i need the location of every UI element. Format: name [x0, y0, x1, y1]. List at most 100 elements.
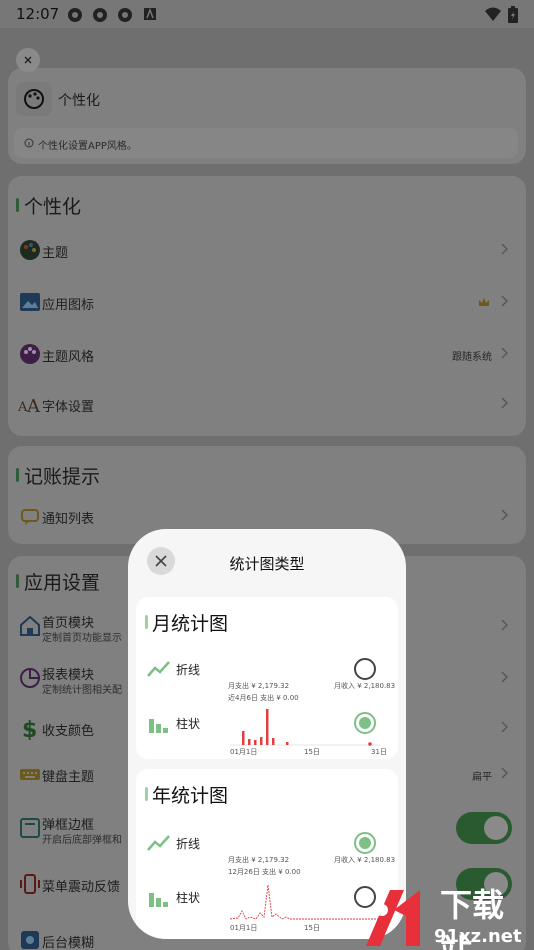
status-time: 12:07 — [16, 5, 60, 23]
chevron-right-icon — [501, 295, 508, 307]
card-marker — [145, 615, 148, 629]
option-label: 柱状 — [176, 891, 201, 905]
settings-item-label: 收支颜色 — [42, 724, 95, 739]
monthly-bar-preview — [230, 709, 380, 746]
x-tick: 15日 — [304, 924, 320, 932]
section-marker — [16, 574, 19, 588]
info-icon — [24, 138, 34, 148]
settings-item-label: 应用图标 — [42, 298, 95, 313]
chevron-right-icon — [501, 509, 508, 521]
theme-style-value: 跟随系统 — [452, 352, 492, 363]
info-box: 个性化设置APP风格。 — [14, 128, 518, 158]
home-icon — [20, 615, 40, 636]
option-label: 柱状 — [176, 717, 201, 731]
monthly-chart-card: 月统计图 折线 柱状 月支出 ¥ 2,179.32 月收入 ¥ 2,180.83… — [136, 597, 398, 759]
close-icon — [24, 56, 32, 64]
notification-icon — [93, 8, 107, 22]
chevron-right-icon — [501, 619, 508, 631]
settings-item-app-icon[interactable]: 应用图标 — [8, 278, 526, 328]
svg-text:A: A — [26, 396, 41, 416]
palette-icon — [16, 82, 52, 116]
palette-icon — [20, 240, 40, 260]
page-title: 个性化 — [58, 93, 100, 109]
chart-type-dialog: 统计图类型 月统计图 折线 柱状 月支出 ¥ 2,179.32 月收入 ¥ 2,… — [128, 529, 406, 939]
x-tick: 31日 — [371, 748, 387, 756]
crown-icon — [479, 298, 489, 306]
settings-item-sub: 开启后底部弹框和 — [42, 835, 122, 846]
line-chart-icon — [147, 661, 170, 677]
settings-item-label: 菜单震动反馈 — [42, 880, 121, 895]
bar-chart-icon — [149, 893, 168, 907]
settings-item-label: 通知列表 — [42, 512, 95, 527]
svg-text:$: $ — [22, 718, 37, 740]
notification-icon — [68, 8, 82, 22]
toggle-knob — [484, 816, 508, 840]
chevron-right-icon — [501, 767, 508, 779]
chevron-right-icon — [501, 671, 508, 683]
palette-icon — [20, 344, 40, 364]
status-bar: 12:07 — [0, 0, 534, 28]
font-icon: AA — [18, 396, 41, 416]
line-chart-icon — [147, 835, 170, 851]
close-button[interactable] — [16, 48, 40, 72]
chevron-right-icon — [501, 243, 508, 255]
info-note: 个性化设置APP风格。 — [38, 141, 137, 152]
option-label: 折线 — [176, 837, 201, 851]
wifi-icon — [485, 7, 501, 21]
blur-icon — [21, 931, 39, 949]
header-card: 个性化 个性化设置APP风格。 — [8, 68, 526, 164]
notification-icon — [118, 8, 132, 22]
keyboard-icon — [20, 769, 40, 780]
preview-income: 月收入 ¥ 2,180.83 — [334, 856, 396, 864]
app-notification-icon — [144, 7, 156, 20]
preview-expense: 月支出 ¥ 2,179.32 — [228, 856, 290, 864]
preview-expense: 月支出 ¥ 2,179.32 — [228, 682, 290, 690]
section-title: 应用设置 — [24, 572, 101, 594]
vibration-icon — [20, 874, 40, 894]
settings-item-label: 主题 — [42, 246, 69, 261]
radio-button[interactable] — [354, 658, 376, 680]
dialog-title: 统计图类型 — [229, 555, 305, 573]
settings-item-label: 键盘主题 — [42, 770, 95, 785]
dollar-icon: $ — [22, 718, 37, 740]
site-watermark: 下载站 91xz.net — [360, 880, 534, 950]
battery-icon — [508, 6, 518, 23]
option-label: 折线 — [176, 663, 201, 677]
pie-chart-icon — [20, 668, 40, 688]
yearly-chart-card: 年统计图 折线 柱状 月支出 ¥ 2,179.32 月收入 ¥ 2,180.83… — [136, 769, 398, 939]
chevron-right-icon — [501, 721, 508, 733]
section-title: 个性化 — [24, 196, 82, 218]
card-title: 年统计图 — [152, 785, 229, 807]
image-icon — [20, 293, 40, 311]
settings-item-font[interactable]: AA 字体设置 — [8, 380, 526, 430]
bar-chart-icon — [149, 719, 168, 733]
chevron-right-icon — [501, 397, 508, 409]
section-title: 记账提示 — [24, 466, 101, 488]
preview-note: 12月26日 支出 ¥ 0.00 — [228, 868, 301, 876]
x-tick: 01月1日 — [230, 748, 258, 756]
settings-item-label: 主题风格 — [42, 350, 95, 365]
settings-item-theme[interactable]: 主题 — [8, 226, 526, 276]
settings-item-theme-style[interactable]: 主题风格 跟随系统 — [8, 330, 526, 380]
yearly-line-preview — [230, 884, 380, 920]
radio-button-selected[interactable] — [354, 832, 376, 854]
x-tick: 01月1日 — [230, 924, 258, 932]
section-personalize: 个性化 主题 应用图标 主题风格 跟随系统 AA 字体设置 — [8, 176, 526, 436]
card-marker — [145, 787, 148, 801]
preview-income: 月收入 ¥ 2,180.83 — [334, 682, 396, 690]
x-tick: 15日 — [304, 748, 320, 756]
settings-item-label: 后台模糊 — [42, 936, 95, 950]
settings-item-sub: 定制统计图相关配 — [42, 685, 122, 696]
chevron-right-icon — [501, 347, 508, 359]
settings-item-label: 字体设置 — [42, 400, 95, 415]
section-marker — [16, 198, 19, 212]
dialog-border-toggle[interactable] — [456, 812, 512, 844]
settings-item-sub: 定制首页功能显示 — [42, 633, 122, 644]
section-marker — [16, 468, 19, 482]
card-title: 月统计图 — [152, 613, 229, 635]
preview-note: 近4月6日 支出 ¥ 0.00 — [228, 694, 299, 702]
keyboard-theme-value: 扁平 — [472, 772, 492, 783]
message-icon — [21, 509, 39, 525]
border-icon — [20, 818, 40, 838]
watermark-domain: 91xz.net — [434, 926, 522, 947]
